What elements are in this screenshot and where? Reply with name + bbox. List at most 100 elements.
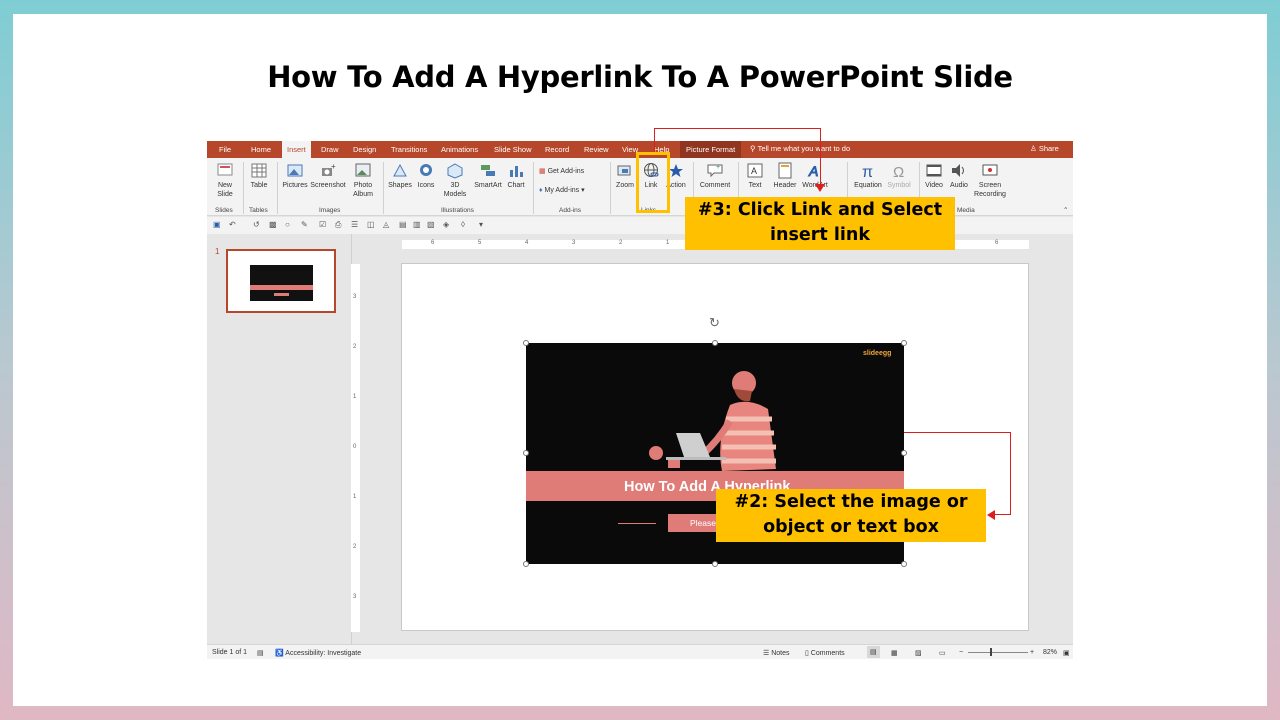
ruler-number: 2 [353,344,357,350]
tab-insert[interactable]: Insert [282,141,311,158]
format-painter-icon[interactable]: ✎ [301,220,308,229]
tab-record[interactable]: Record [545,145,569,154]
video-icon [926,164,942,177]
resize-handle[interactable] [712,561,718,567]
zoom-slider-thumb[interactable] [990,648,992,656]
zoom-out-button[interactable]: − [959,649,963,656]
customize-qat-icon[interactable]: ▾ [479,220,483,229]
my-addins-label: My Add-ins [544,187,580,194]
screen-recording-label: Screen Recording [974,182,1006,198]
resize-handle[interactable] [901,340,907,346]
rotate-handle-icon[interactable]: ↻ [709,315,720,331]
send-backward-icon[interactable]: ◬ [383,220,389,229]
link-highlight-box [636,152,670,213]
share-button[interactable]: ♙ Share [1030,144,1059,153]
comments-button[interactable]: ▯ Comments [805,649,845,657]
pictures-button[interactable]: Pictures [281,162,309,190]
step3-line1: #3: Click Link and Select [697,200,943,220]
zoom-slider[interactable] [968,652,1028,653]
screen-recording-button[interactable]: Screen Recording [973,162,1007,199]
arrow-head [815,184,825,192]
print-icon[interactable]: ⎙ [335,220,341,230]
thumbnail-image [250,265,313,301]
undo-icon[interactable]: ↶ [229,220,236,229]
tab-file[interactable]: File [219,145,231,154]
audio-button[interactable]: Audio [948,162,970,190]
ruler-number: 6 [995,240,999,246]
slide-sorter-icon[interactable]: ▦ [891,649,898,657]
redo-icon[interactable]: ↺ [253,220,260,229]
new-slide-button[interactable]: New Slide [213,162,237,199]
resize-handle[interactable] [901,561,907,567]
shape-fill-icon[interactable]: ◈ [443,220,449,229]
tab-transitions[interactable]: Transitions [391,145,427,154]
comment-button[interactable]: + Comment [697,162,733,190]
photo-album-icon [355,163,371,177]
fit-to-window-icon[interactable]: ▣ [1063,649,1070,657]
tab-slide-show[interactable]: Slide Show [494,145,532,154]
tab-picture-format[interactable]: Picture Format [680,141,742,158]
ungroup-icon[interactable]: ▥ [413,220,421,229]
resize-handle[interactable] [523,561,529,567]
touch-mode-icon[interactable]: ○ [285,220,290,229]
slide-count: Slide 1 of 1 [212,649,248,656]
photo-album-button[interactable]: Photo Album [348,162,378,199]
video-button[interactable]: Video [923,162,945,190]
icons-button[interactable]: Icons [415,162,437,190]
tab-home[interactable]: Home [251,145,271,154]
symbol-button[interactable]: Ω Symbol [885,162,913,190]
collapse-ribbon-icon[interactable]: ⌃ [1063,206,1068,214]
my-addins-button[interactable]: ♦ My Add-ins ▾ [539,186,585,195]
slideshow-view-icon[interactable]: ▭ [939,649,946,657]
shape-outline-icon[interactable]: ◊ [461,220,465,229]
arrange-icon[interactable]: ▧ [427,220,435,229]
resize-handle[interactable] [712,340,718,346]
arrow-line [820,128,821,188]
svg-text:+: + [716,164,720,171]
arrow-line [904,432,1011,433]
spelling-icon[interactable]: ☑ [319,220,326,229]
slide-thumbnail[interactable] [226,249,336,313]
svg-text:A: A [808,163,818,179]
3d-models-button[interactable]: 3D Models [441,162,469,199]
tell-me-search[interactable]: ⚲ Tell me what you want to do [750,144,850,153]
tab-review[interactable]: Review [584,145,609,154]
align-icon[interactable]: ☰ [351,220,358,229]
zoom-level[interactable]: 82% [1043,649,1057,656]
page-title: How To Add A Hyperlink To A PowerPoint S… [267,60,1013,94]
tab-draw[interactable]: Draw [321,145,339,154]
spellcheck-icon[interactable]: ▤ [257,649,264,657]
screen-recording-icon [982,164,998,176]
tab-design[interactable]: Design [353,145,376,154]
zoom-button[interactable]: Zoom [614,162,636,190]
shapes-button[interactable]: Shapes [387,162,413,190]
start-slideshow-icon[interactable]: ▩ [269,220,277,229]
chart-button[interactable]: Chart [505,162,527,190]
equation-button[interactable]: π Equation [852,162,884,190]
bring-forward-icon[interactable]: ◫ [367,220,375,229]
normal-view-icon[interactable]: ▤ [867,646,880,658]
accessibility-status[interactable]: ♿ Accessibility: Investigate [275,649,361,657]
group-objects-icon[interactable]: ▤ [399,220,407,229]
person-icon: ♙ [1030,144,1037,153]
save-icon[interactable]: ▣ [213,220,221,229]
icons-label: Icons [417,182,435,189]
new-slide-label: New Slide [217,182,233,198]
resize-handle[interactable] [901,450,907,456]
notes-button[interactable]: ☰ Notes [763,649,790,657]
ruler-number: 6 [431,240,435,246]
get-addins-button[interactable]: ▦ Get Add-ins [539,167,584,176]
decorative-line [618,523,656,524]
tab-animations[interactable]: Animations [441,145,478,154]
text-box-button[interactable]: A Text [743,162,767,190]
arrow-line [1010,432,1011,515]
table-button[interactable]: Table [247,162,271,190]
reading-view-icon[interactable]: ▨ [915,649,922,657]
resize-handle[interactable] [523,340,529,346]
smartart-button[interactable]: SmartArt [472,162,504,190]
zoom-in-button[interactable]: + [1030,649,1034,656]
step3-line2: insert link [770,225,870,245]
screenshot-button[interactable]: + Screenshot [310,162,346,190]
resize-handle[interactable] [523,450,529,456]
header-button[interactable]: Header [771,162,799,190]
